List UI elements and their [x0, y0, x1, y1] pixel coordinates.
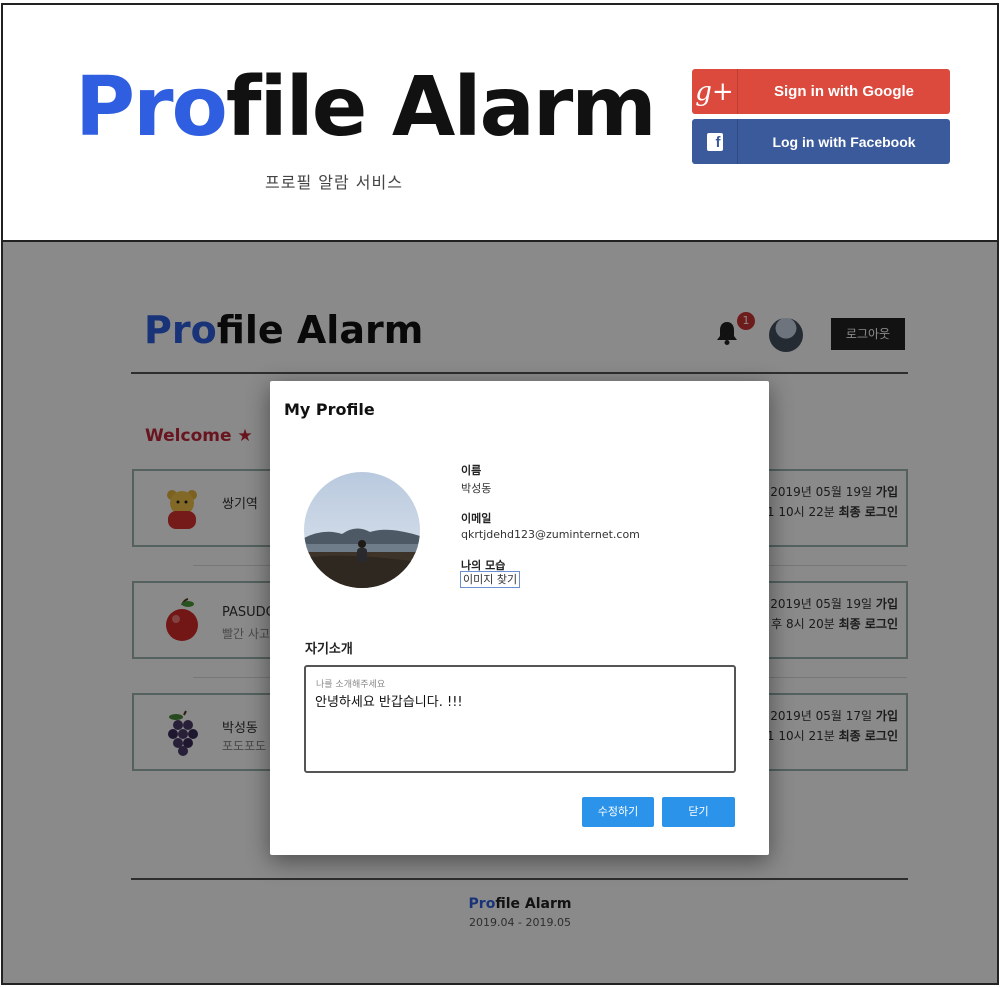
edit-button[interactable]: 수정하기 [582, 797, 654, 827]
google-plus-icon: g+ [692, 69, 738, 114]
email-value: qkrtjdehd123@zuminternet.com [461, 528, 640, 541]
facebook-login-label: Log in with Facebook [772, 133, 916, 150]
intro-textarea[interactable]: 나를 소개해주세요 안녕하세요 반갑습니다. !!! [304, 665, 736, 773]
logo-accent: Pro [75, 60, 228, 155]
facebook-icon: f [692, 119, 738, 164]
facebook-login-button[interactable]: f Log in with Facebook [692, 119, 950, 164]
profile-photo [304, 472, 420, 588]
service-subtitle: 프로필 알람 서비스 [265, 173, 403, 192]
intro-label: 자기소개 [305, 642, 353, 657]
close-button[interactable]: 닫기 [662, 797, 735, 827]
app-logo-title: Profile Alarm [75, 67, 657, 149]
find-image-button[interactable]: 이미지 찾기 [460, 571, 521, 588]
google-signin-label: Sign in with Google [774, 83, 914, 100]
name-value: 박성동 [461, 482, 492, 495]
name-label: 이름 [461, 464, 482, 477]
email-label: 이메일 [461, 512, 492, 525]
modal-title: My Profile [284, 400, 375, 419]
google-signin-button[interactable]: g+ Sign in with Google [692, 69, 950, 114]
login-panel: Profile Alarm 프로필 알람 서비스 g+ Sign in with… [1, 3, 999, 242]
intro-value: 안녕하세요 반갑습니다. !!! [315, 695, 463, 710]
my-profile-modal: My Profile 이름 박성동 이메일 qkrtjdehd123@zumin… [270, 381, 769, 855]
intro-placeholder: 나를 소개해주세요 [316, 680, 386, 690]
app-screen: Profile Alarm 1 로그아웃 Welcome ★ 쌍기역 2019년… [1, 240, 999, 985]
logo-rest: file Alarm [225, 60, 657, 155]
